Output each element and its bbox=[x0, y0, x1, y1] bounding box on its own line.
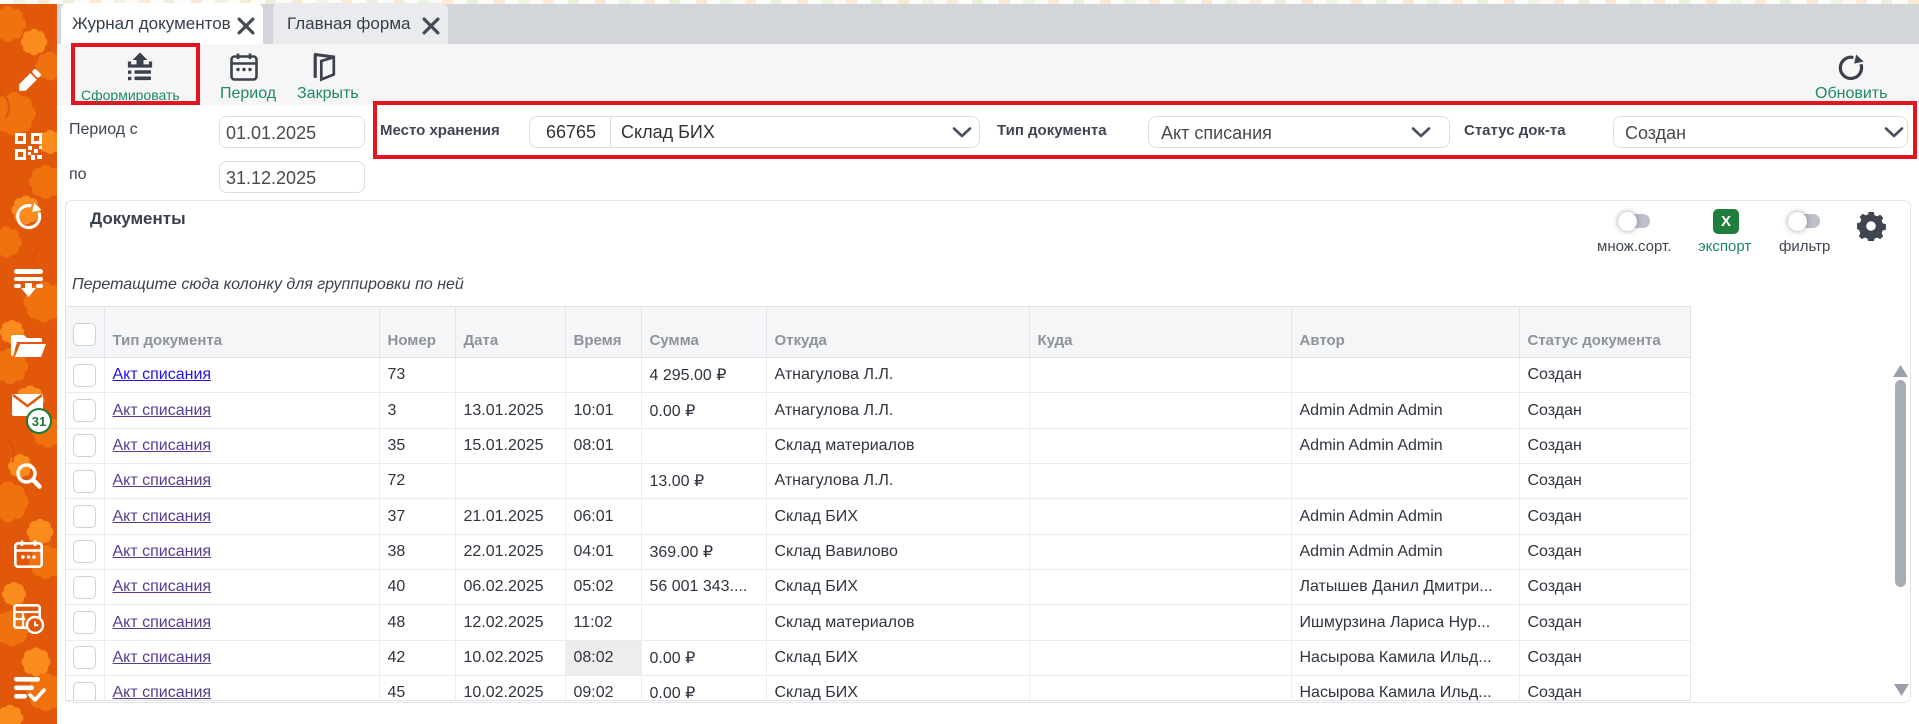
svg-text:31: 31 bbox=[32, 414, 46, 429]
